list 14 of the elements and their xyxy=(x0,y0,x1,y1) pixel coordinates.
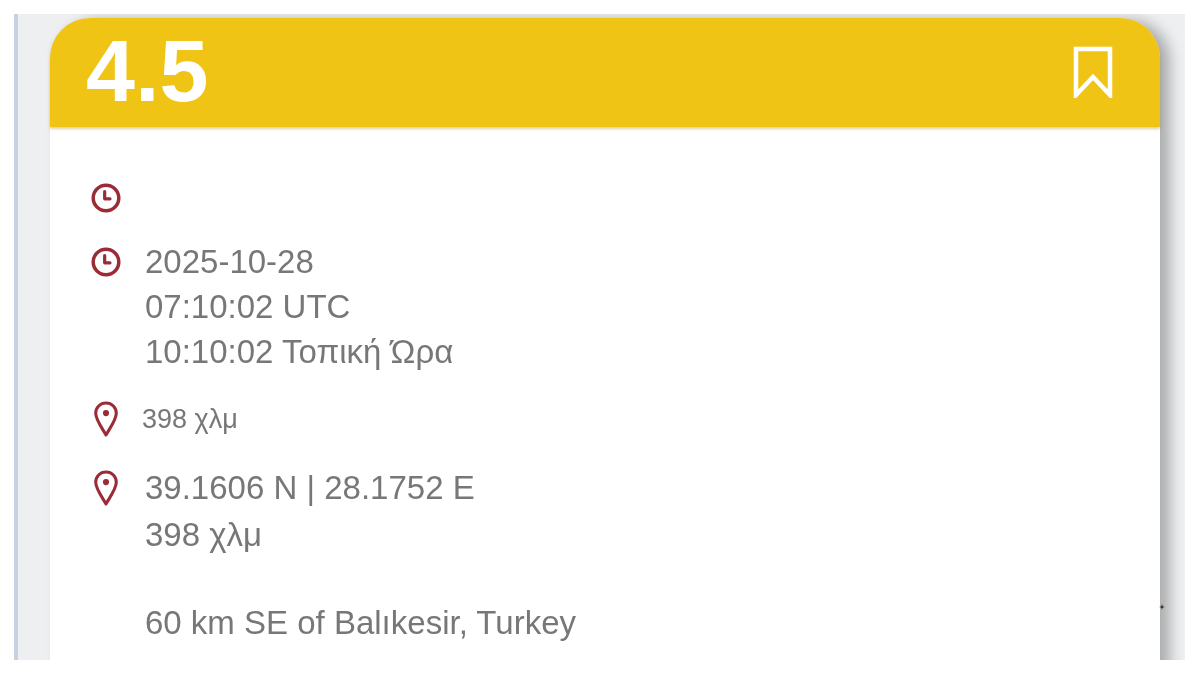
magnitude-value: 4.5 xyxy=(86,26,209,115)
distance-text: 398 χλμ xyxy=(142,403,238,436)
detail-text: 2025-10-28 xyxy=(145,242,315,282)
sparkle-icon xyxy=(1159,604,1165,610)
detail-text: 39.1606 N | 28.1752 E xyxy=(145,468,476,508)
detail-text: 07:10:02 UTC xyxy=(145,287,352,327)
clock-icon xyxy=(90,245,122,278)
bookmark-icon[interactable] xyxy=(1073,45,1113,98)
clock-icon xyxy=(90,182,122,214)
place-description: 60 km SE of Balıkesir, Turkey xyxy=(145,603,576,643)
location-pin-icon xyxy=(93,469,119,506)
detail-text: 10:10:02 Τοπική Ώρα xyxy=(145,332,454,372)
detail-text: 398 χλμ xyxy=(145,515,264,555)
location-pin-icon xyxy=(93,401,119,437)
